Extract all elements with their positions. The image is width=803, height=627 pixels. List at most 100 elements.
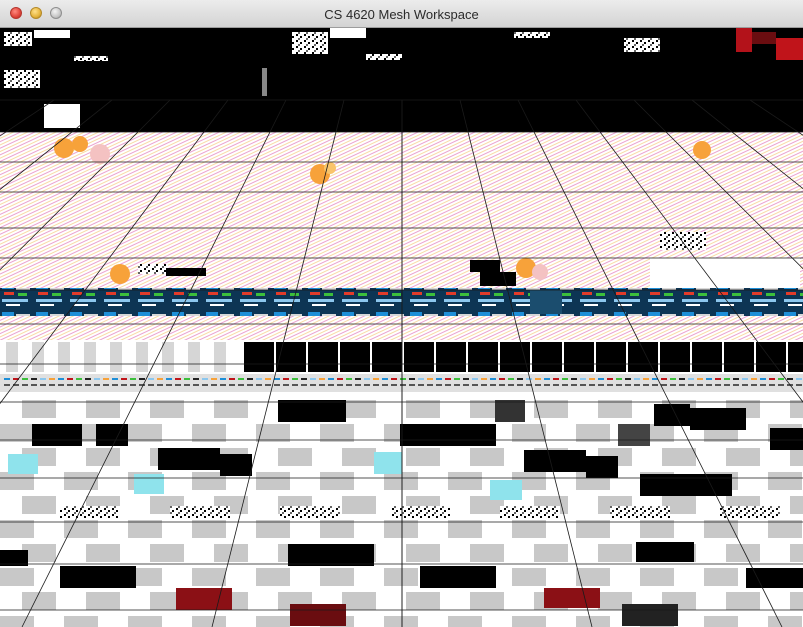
- strip-mark: [616, 384, 622, 386]
- strip-mark: [580, 384, 586, 386]
- strip-mark: [364, 384, 370, 386]
- black-post: [308, 342, 338, 372]
- strip-mark: [85, 378, 91, 380]
- strip-mark: [580, 378, 586, 380]
- strip-mark: [418, 384, 424, 386]
- tile: [512, 520, 546, 538]
- strip-mark: [58, 378, 64, 380]
- tile: [214, 544, 248, 562]
- strip-mark: [148, 378, 154, 380]
- strip-mark: [427, 384, 433, 386]
- strip-mark: [544, 384, 550, 386]
- strip-mark: [643, 384, 649, 386]
- strip-mark: [211, 378, 217, 380]
- strip-mark: [688, 384, 694, 386]
- strip-mark: [436, 384, 442, 386]
- strip-mark: [778, 384, 784, 386]
- strip-mark: [31, 378, 37, 380]
- black-post: [436, 342, 466, 372]
- tile: [790, 544, 803, 562]
- tile: [618, 424, 650, 446]
- strip-mark: [328, 378, 334, 380]
- strip-mark: [391, 384, 397, 386]
- render-canvas[interactable]: [0, 28, 803, 627]
- tile: [128, 520, 162, 538]
- tile: [342, 400, 376, 418]
- strip-mark: [625, 378, 631, 380]
- strip-mark: [4, 378, 10, 380]
- strip-mark: [778, 378, 784, 380]
- tile: [288, 544, 374, 566]
- strip-mark: [382, 384, 388, 386]
- strip-mark: [499, 378, 505, 380]
- strip-mark: [418, 378, 424, 380]
- strip-mark: [535, 378, 541, 380]
- tile: [636, 542, 694, 562]
- strip-mark: [175, 384, 181, 386]
- strip-mark: [337, 384, 343, 386]
- strip-mark: [103, 384, 109, 386]
- strip-mark: [265, 378, 271, 380]
- tile: [512, 424, 546, 442]
- strip-mark: [463, 384, 469, 386]
- tile: [790, 400, 803, 418]
- tile: [768, 520, 802, 538]
- strip-mark: [526, 378, 532, 380]
- post: [188, 342, 200, 372]
- strip-mark: [571, 378, 577, 380]
- strip-mark: [310, 384, 316, 386]
- tile: [214, 400, 248, 418]
- tile: [640, 520, 674, 538]
- strip-mark: [184, 384, 190, 386]
- tile: [420, 566, 496, 588]
- tile: [406, 400, 440, 418]
- tile: [448, 472, 482, 490]
- strip-mark: [445, 384, 451, 386]
- strip-mark: [292, 378, 298, 380]
- title-bar[interactable]: CS 4620 Mesh Workspace: [0, 0, 803, 28]
- strip-mark: [607, 384, 613, 386]
- tile: [704, 616, 738, 627]
- post: [32, 342, 44, 372]
- tile: [768, 616, 802, 627]
- texture-tile: [720, 506, 780, 518]
- tile: [96, 424, 128, 446]
- strip-mark: [481, 384, 487, 386]
- black-post: [756, 342, 786, 372]
- tile: [278, 448, 312, 466]
- strip-mark: [346, 378, 352, 380]
- tile: [790, 496, 803, 514]
- tile: [192, 616, 226, 627]
- tile: [320, 520, 354, 538]
- strip-mark: [103, 378, 109, 380]
- tile: [470, 544, 504, 562]
- strip-mark: [634, 384, 640, 386]
- tile: [150, 400, 184, 418]
- strip-mark: [796, 384, 802, 386]
- strip-mark: [166, 378, 172, 380]
- strip-mark: [553, 378, 559, 380]
- strip-mark: [409, 384, 415, 386]
- strip-mark: [49, 384, 55, 386]
- strip-mark: [229, 384, 235, 386]
- tile: [256, 520, 290, 538]
- strip-mark: [76, 384, 82, 386]
- strip-mark: [157, 384, 163, 386]
- tile: [0, 472, 34, 490]
- strip-mark: [796, 378, 802, 380]
- strip-mark: [283, 384, 289, 386]
- strip-mark: [400, 378, 406, 380]
- render-viewport[interactable]: [0, 28, 803, 627]
- texture-tile: [280, 506, 340, 518]
- strip-mark: [490, 378, 496, 380]
- strip-mark: [769, 384, 775, 386]
- tile: [32, 424, 82, 446]
- tile: [0, 568, 34, 586]
- strip-mark: [112, 378, 118, 380]
- strip-mark: [562, 378, 568, 380]
- tile: [448, 520, 482, 538]
- tile: [726, 544, 760, 562]
- strip-mark: [742, 384, 748, 386]
- tile: [790, 448, 803, 466]
- tile: [790, 592, 803, 610]
